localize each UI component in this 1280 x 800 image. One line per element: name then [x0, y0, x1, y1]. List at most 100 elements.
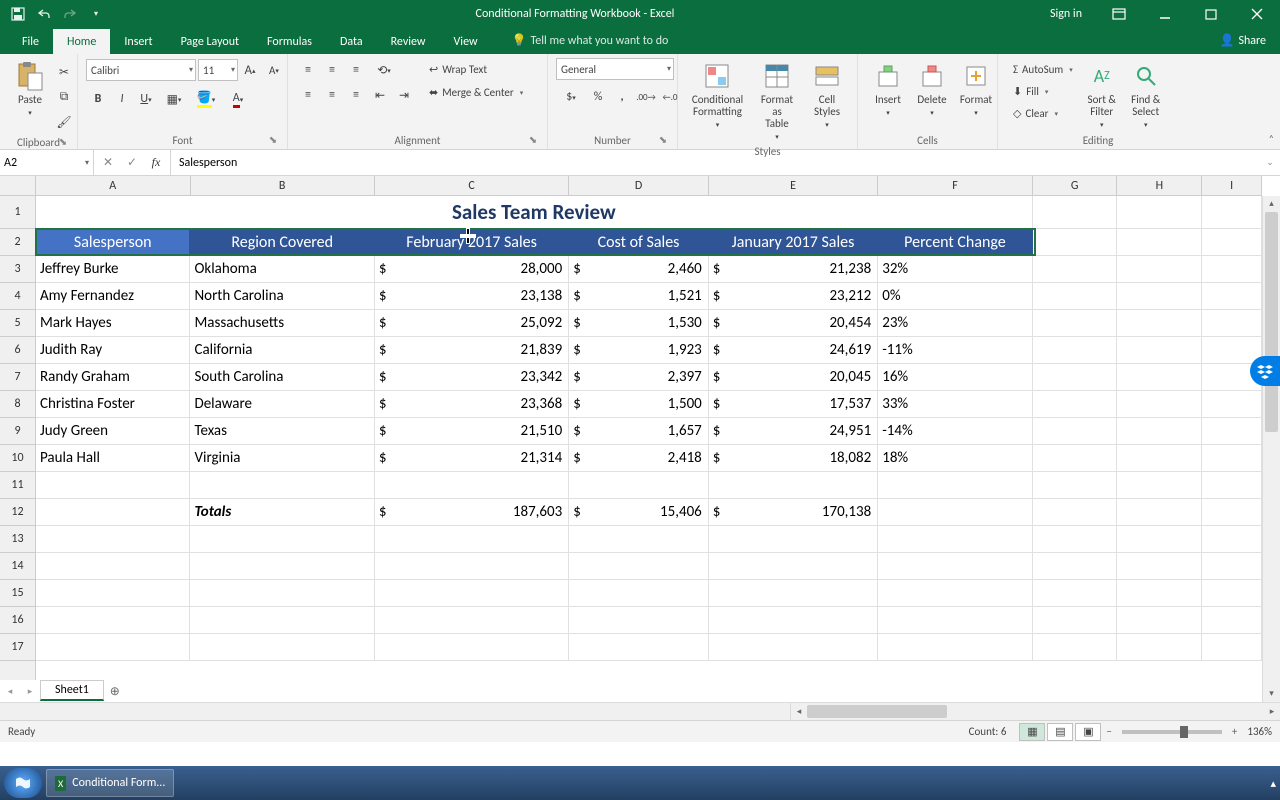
cell[interactable]: [878, 499, 1032, 526]
view-normal-icon[interactable]: ▦: [1019, 723, 1045, 741]
cell[interactable]: January 2017 Sales: [709, 229, 878, 256]
cell[interactable]: [1033, 634, 1118, 661]
cell[interactable]: [375, 526, 569, 553]
italic-button[interactable]: I: [111, 88, 133, 110]
align-center-icon[interactable]: ≡: [321, 84, 343, 106]
row-header[interactable]: 12: [0, 499, 35, 526]
cell[interactable]: Amy Fernandez: [36, 283, 190, 310]
cell[interactable]: Judith Ray: [36, 337, 190, 364]
underline-button[interactable]: U▾: [135, 88, 157, 110]
cell[interactable]: [36, 634, 190, 661]
cell[interactable]: [190, 634, 374, 661]
scroll-thumb[interactable]: [807, 705, 947, 718]
column-header[interactable]: G: [1033, 176, 1118, 195]
cell[interactable]: [1117, 283, 1202, 310]
font-color-button[interactable]: A▾: [223, 88, 253, 110]
cell[interactable]: [1117, 499, 1202, 526]
cell[interactable]: [1117, 418, 1202, 445]
row-header[interactable]: 6: [0, 337, 35, 364]
cell[interactable]: [190, 472, 374, 499]
cell[interactable]: $21,510: [375, 418, 569, 445]
cell[interactable]: Oklahoma: [190, 256, 374, 283]
fill-button[interactable]: ⬇Fill▾: [1006, 80, 1080, 102]
cell[interactable]: [190, 580, 374, 607]
cell[interactable]: [709, 526, 878, 553]
column-header[interactable]: F: [878, 176, 1033, 195]
qat-customize-icon[interactable]: ▾: [84, 2, 108, 26]
cell[interactable]: [1033, 256, 1118, 283]
tab-review[interactable]: Review: [377, 29, 440, 54]
sheet-tab[interactable]: Sheet1: [40, 680, 104, 701]
row-header[interactable]: 16: [0, 607, 35, 634]
row-header[interactable]: 9: [0, 418, 35, 445]
cell[interactable]: [1202, 499, 1262, 526]
row-header[interactable]: 8: [0, 391, 35, 418]
zoom-slider[interactable]: [1122, 730, 1222, 734]
cell[interactable]: [1033, 499, 1118, 526]
cell[interactable]: $20,454: [709, 310, 878, 337]
number-launcher[interactable]: ⬊: [657, 133, 669, 145]
cell[interactable]: [1033, 283, 1118, 310]
column-header[interactable]: H: [1117, 176, 1202, 195]
cell[interactable]: [36, 580, 190, 607]
cell[interactable]: [1117, 364, 1202, 391]
accounting-format-icon[interactable]: $▾: [557, 86, 585, 108]
cell[interactable]: [709, 580, 878, 607]
fill-color-button[interactable]: 🪣▾: [191, 88, 221, 110]
cell[interactable]: [1202, 418, 1262, 445]
cell[interactable]: [1202, 256, 1262, 283]
row-header[interactable]: 13: [0, 526, 35, 553]
align-middle-icon[interactable]: ≡: [321, 59, 343, 81]
cell[interactable]: Judy Green: [36, 418, 190, 445]
cell[interactable]: [1117, 634, 1202, 661]
cell[interactable]: [1033, 337, 1118, 364]
signin-link[interactable]: Sign in: [1036, 7, 1096, 21]
cell[interactable]: [190, 526, 374, 553]
cell[interactable]: [1033, 526, 1118, 553]
row-header[interactable]: 2: [0, 229, 35, 256]
cell[interactable]: 0%: [878, 283, 1032, 310]
tab-data[interactable]: Data: [326, 29, 377, 54]
row-header[interactable]: 4: [0, 283, 35, 310]
row-header[interactable]: 3: [0, 256, 35, 283]
delete-cells-button[interactable]: Delete▾: [910, 58, 954, 119]
cell[interactable]: [1117, 526, 1202, 553]
cell[interactable]: [1033, 310, 1118, 337]
cell[interactable]: [1202, 445, 1262, 472]
cell[interactable]: [1033, 418, 1118, 445]
cell[interactable]: $18,082: [709, 445, 878, 472]
orientation-icon[interactable]: ⟲▾: [369, 59, 399, 81]
cell[interactable]: Virginia: [190, 445, 374, 472]
cell[interactable]: [569, 472, 709, 499]
cell[interactable]: $2,418: [569, 445, 709, 472]
start-button[interactable]: [4, 768, 42, 798]
cell[interactable]: -14%: [878, 418, 1032, 445]
row-header[interactable]: 11: [0, 472, 35, 499]
cell[interactable]: [1202, 580, 1262, 607]
sort-filter-button[interactable]: AZSort & Filter▾: [1080, 58, 1124, 131]
cell[interactable]: [36, 607, 190, 634]
tab-view[interactable]: View: [440, 29, 492, 54]
row-header[interactable]: 5: [0, 310, 35, 337]
row-header[interactable]: 15: [0, 580, 35, 607]
cell[interactable]: Region Covered: [190, 229, 374, 256]
cell[interactable]: [1033, 391, 1118, 418]
cell[interactable]: Cost of Sales: [569, 229, 709, 256]
cell[interactable]: [709, 472, 878, 499]
cell[interactable]: $2,460: [569, 256, 709, 283]
cell[interactable]: [36, 472, 190, 499]
cell[interactable]: [1033, 553, 1118, 580]
close-button[interactable]: [1234, 0, 1280, 28]
cell[interactable]: [878, 580, 1032, 607]
dropbox-badge-icon[interactable]: [1250, 356, 1280, 386]
collapse-ribbon-icon[interactable]: ˄: [1269, 132, 1274, 145]
spreadsheet-grid[interactable]: ABCDEFGHI 1234567891011121314151617 Sale…: [0, 176, 1280, 720]
cell[interactable]: [878, 607, 1032, 634]
cut-icon[interactable]: ✂: [53, 61, 75, 83]
grow-font-icon[interactable]: A▴: [239, 59, 261, 81]
cell[interactable]: 18%: [878, 445, 1032, 472]
cell[interactable]: [36, 499, 190, 526]
wrap-text-button[interactable]: ↩Wrap Text: [422, 58, 530, 80]
cell[interactable]: [1117, 310, 1202, 337]
cancel-edit-icon[interactable]: ✕: [96, 155, 120, 170]
